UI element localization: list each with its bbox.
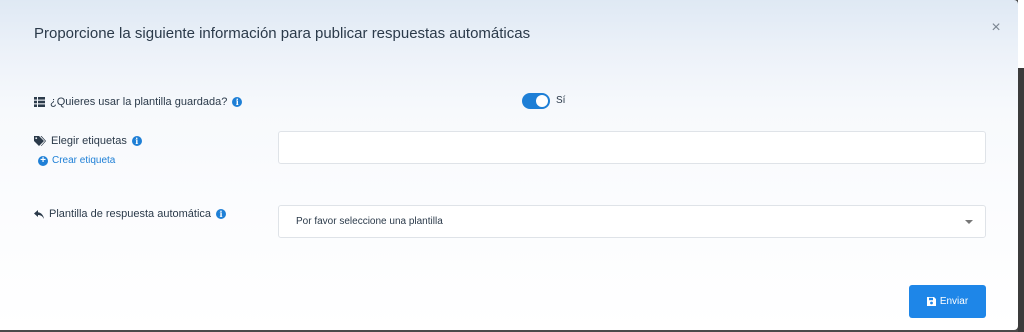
submit-button[interactable]: Enviar	[909, 285, 986, 318]
tags-text: Elegir etiquetas	[51, 135, 127, 147]
template-select[interactable]: Por favor seleccione una plantilla	[278, 205, 986, 238]
use-template-toggle[interactable]	[522, 93, 550, 109]
auto-reply-label: Plantilla de respuesta automática i	[34, 208, 227, 220]
info-icon: i	[216, 209, 227, 219]
tags-label: Elegir etiquetas i	[34, 135, 142, 147]
toggle-state-text: Sí	[556, 95, 566, 106]
template-select-value: Por favor seleccione una plantilla	[296, 216, 443, 227]
info-icon: i	[131, 136, 142, 146]
background-shade	[1018, 68, 1024, 332]
submit-label: Enviar	[939, 296, 969, 307]
toggle-knob	[536, 95, 548, 107]
auto-reply-text: Plantilla de respuesta automática	[49, 208, 212, 220]
background-edge	[1018, 0, 1024, 332]
tags-input[interactable]	[278, 131, 986, 164]
tags-icon	[34, 136, 46, 146]
chevron-down-icon	[965, 220, 973, 224]
use-template-label: ¿Quieres usar la plantilla guardada? i	[34, 96, 243, 108]
reply-icon	[34, 209, 44, 219]
auto-reply-modal: Proporcione la siguiente información par…	[0, 0, 1018, 330]
modal-title: Proporcione la siguiente información par…	[34, 25, 531, 42]
create-tag-text: Crear etiqueta	[52, 155, 116, 166]
list-icon	[34, 97, 45, 107]
info-icon: i	[232, 97, 243, 107]
plus-circle-icon: +	[38, 155, 48, 166]
close-icon[interactable]: ×	[988, 20, 1004, 36]
use-template-text: ¿Quieres usar la plantilla guardada?	[50, 96, 228, 108]
create-tag-link[interactable]: + Crear etiqueta	[38, 155, 115, 166]
save-icon	[926, 297, 936, 306]
